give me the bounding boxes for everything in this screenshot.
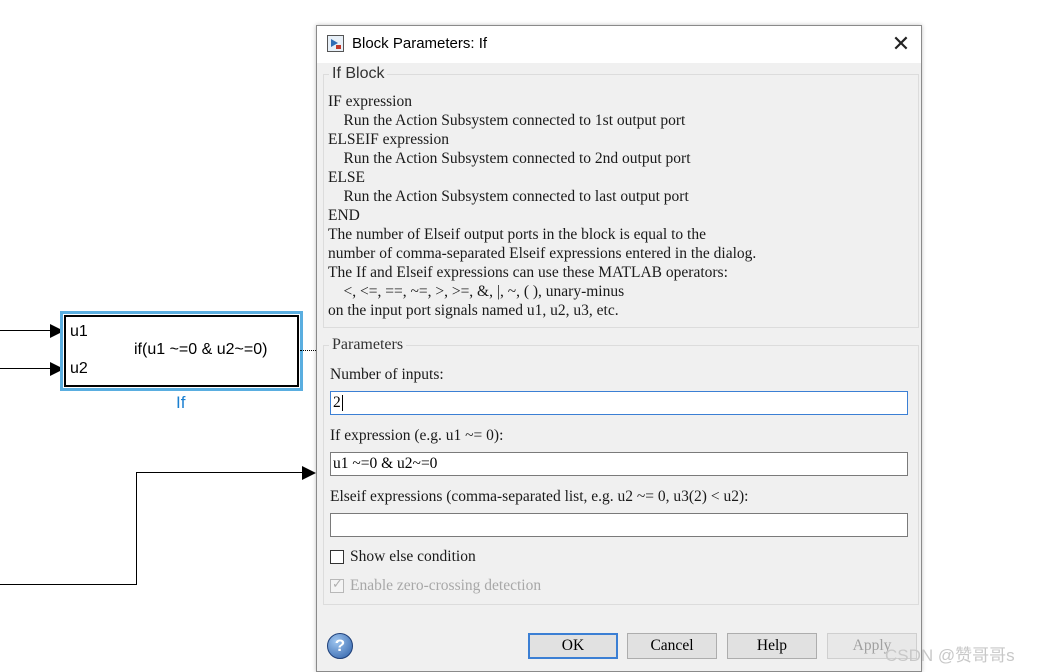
elseif-expressions-label: Elseif expressions (comma-separated list… — [330, 488, 749, 505]
zero-crossing-checkbox[interactable]: ✓ — [330, 576, 344, 593]
dialog-titlebar[interactable]: Block Parameters: If ✕ — [317, 26, 921, 63]
number-of-inputs-value: 2 — [333, 394, 341, 411]
watermark: CSDN @赞哥哥s — [885, 646, 1015, 665]
block-parameters-dialog: Block Parameters: If ✕ If Block IF expre… — [316, 25, 922, 672]
dialog-title: Block Parameters: If — [352, 35, 488, 52]
show-else-checkbox[interactable] — [330, 550, 344, 564]
zero-crossing-label: Enable zero-crossing detection — [350, 577, 542, 594]
close-icon[interactable]: ✕ — [889, 32, 913, 56]
elseif-expressions-input[interactable] — [330, 513, 908, 537]
number-of-inputs-input[interactable]: 2 — [330, 391, 908, 415]
parameters-group-title: Parameters — [329, 336, 407, 354]
arrow-lower-icon — [302, 466, 316, 480]
simulink-block-icon — [327, 35, 344, 52]
if-expression-label: If expression (e.g. u1 ~= 0): — [330, 427, 504, 444]
help-button[interactable]: Help — [727, 633, 817, 659]
help-question-icon[interactable]: ? — [327, 633, 353, 659]
block-description: IF expression Run the Action Subsystem c… — [328, 93, 757, 319]
input-port-label-u1: u1 — [70, 323, 88, 340]
if-block-expression: if(u1 ~=0 & u2~=0) — [134, 341, 268, 358]
show-else-label[interactable]: Show else condition — [350, 548, 476, 566]
signal-line-u1[interactable] — [0, 330, 50, 331]
description-group-title: If Block — [329, 65, 388, 83]
cancel-button[interactable]: Cancel — [627, 633, 717, 659]
if-expression-input[interactable]: u1 ~=0 & u2~=0 — [330, 452, 908, 476]
signal-line-lower-top[interactable] — [136, 472, 302, 473]
signal-line-u2[interactable] — [0, 368, 50, 369]
text-caret — [341, 395, 343, 412]
signal-line-lower-vertical[interactable] — [136, 472, 137, 585]
checkmark-icon: ✓ — [332, 576, 343, 591]
signal-line-lower-horizontal[interactable] — [0, 584, 137, 585]
if-block-name[interactable]: If — [176, 393, 185, 413]
number-of-inputs-label: Number of inputs: — [330, 366, 444, 383]
input-port-label-u2: u2 — [70, 360, 88, 377]
ok-button[interactable]: OK — [528, 633, 618, 659]
